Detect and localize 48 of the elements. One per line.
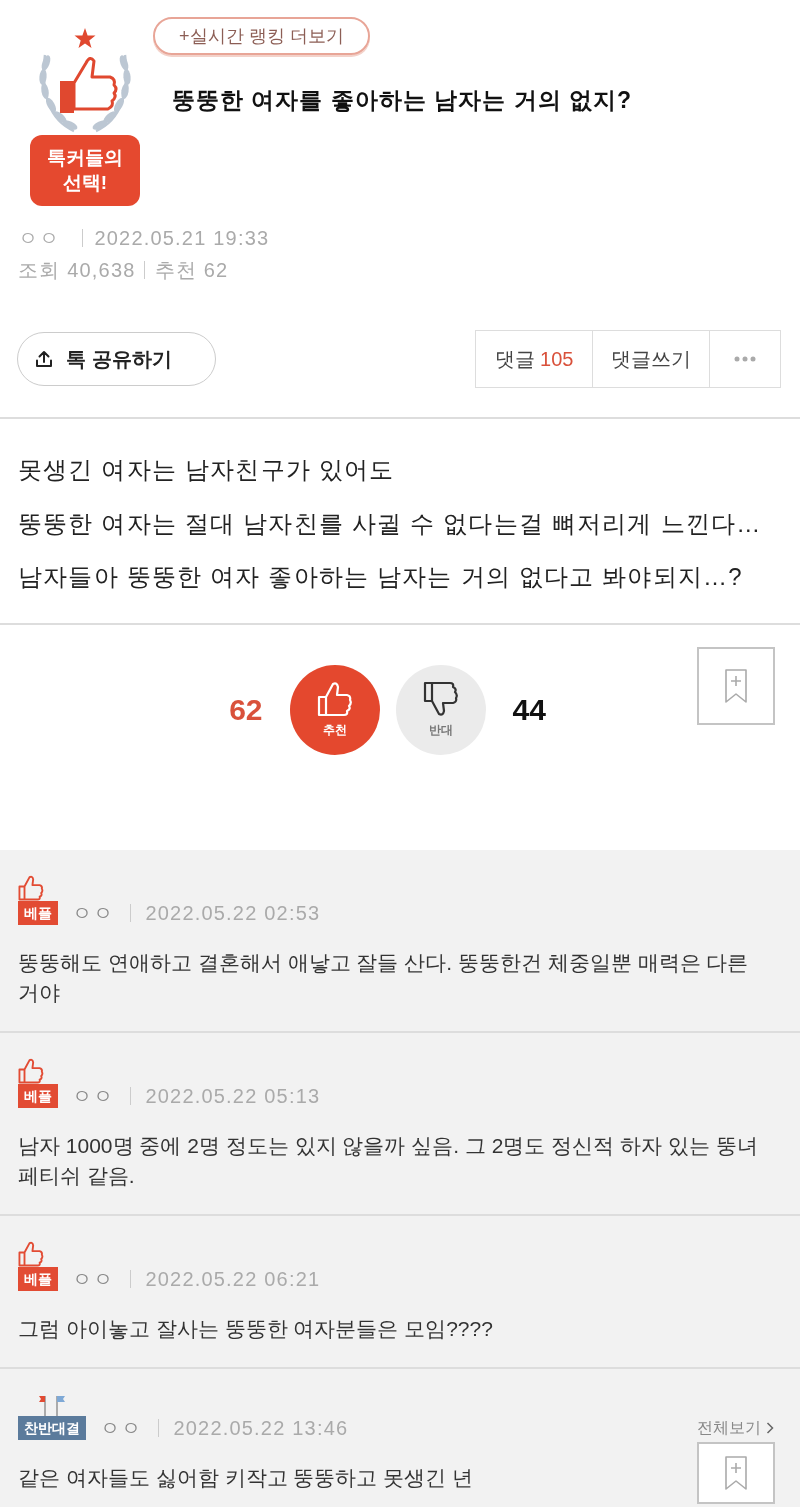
comment-date: 2022.05.22 05:13	[145, 1083, 321, 1108]
post-title: 뚱뚱한 여자를 좋아하는 남자는 거의 없지?	[172, 86, 632, 115]
share-button[interactable]: 톡 공유하기	[17, 332, 216, 387]
comment-label: 찬반대결	[18, 1415, 86, 1440]
author-name: ㅇㅇ	[18, 226, 61, 252]
recommend-button[interactable]: 추천	[289, 664, 380, 755]
comment-label: 베플	[18, 1266, 58, 1291]
comment-text: 뚱뚱해도 연애하고 결혼해서 애낳고 잘들 산다. 뚱뚱한건 체중일뿐 매력은 다른 거야	[18, 949, 750, 1006]
bookmark-button[interactable]	[697, 646, 775, 725]
vote-count: 62	[229, 691, 263, 728]
comment-date: 2022.05.22 06:21	[145, 1266, 321, 1291]
comment-author: ㅇㅇ	[100, 1415, 143, 1440]
thumbs-down-icon	[422, 680, 459, 717]
thumbs-up-icon	[18, 1240, 44, 1267]
bookmark-icon	[723, 1455, 749, 1491]
vote-count: 44	[512, 691, 546, 728]
comment-text: 그럼 아이놓고 잘사는 뚱뚱한 여자분들은 모임????	[18, 1315, 493, 1342]
post-date: 2022.05.21 19:33	[94, 226, 270, 252]
upload-icon	[34, 349, 54, 370]
comment-date: 2022.05.22 02:53	[145, 900, 321, 925]
comment-author: ㅇㅇ	[72, 1083, 115, 1108]
thumbs-up-icon	[18, 874, 44, 901]
oppose-button[interactable]: 반대	[395, 664, 486, 755]
view-count: 조회 40,638	[18, 258, 136, 284]
ranking-link[interactable]: +실시간 랭킹 더보기	[153, 17, 370, 55]
thumbs-up-icon	[18, 1057, 44, 1084]
post-text-line: 뚱뚱한 여자는 절대 남자친를 사귈 수 없다는걸 뼈저리게 느낀다…	[18, 508, 763, 539]
comments-button[interactable]: 댓글 105	[475, 330, 593, 389]
comment-text: 남자 1000명 중에 2명 정도는 있지 않을까 싶음. 그 2명도 정신적 하자 있는 뚱녀 페티쉬 같음.	[18, 1132, 759, 1189]
comment-author: ㅇㅇ	[72, 900, 115, 925]
thumbs-up-icon	[316, 680, 353, 717]
comment-text: 같은 여자들도 싫어함 키작고 뚱뚱하고 못생긴 년	[18, 1464, 473, 1491]
post-text-line: 남자들아 뚱뚱한 여자 좋아하는 남자는 거의 없다고 봐야되지…?	[18, 562, 744, 593]
view-all-link[interactable]: 전체보기	[697, 1415, 774, 1440]
chevron-right-icon	[766, 1421, 774, 1434]
bookmark-icon	[723, 667, 749, 704]
write-comment-button[interactable]: 댓글쓰기	[592, 330, 710, 389]
bookmark-button[interactable]	[697, 1442, 775, 1504]
comment-author: ㅇㅇ	[72, 1266, 115, 1291]
post-text-line: 못생긴 여자는 남자친구가 있어도	[18, 455, 396, 486]
emblem-label: 톡커들의 선택!	[30, 135, 140, 207]
comment-date: 2022.05.22 13:46	[173, 1415, 349, 1440]
like-count: 추천 62	[154, 258, 229, 284]
flags-icon	[38, 1393, 66, 1416]
more-icon	[734, 356, 756, 363]
more-button[interactable]	[709, 330, 781, 389]
comment-label: 베플	[18, 1083, 58, 1108]
comment-label: 베플	[18, 900, 58, 925]
